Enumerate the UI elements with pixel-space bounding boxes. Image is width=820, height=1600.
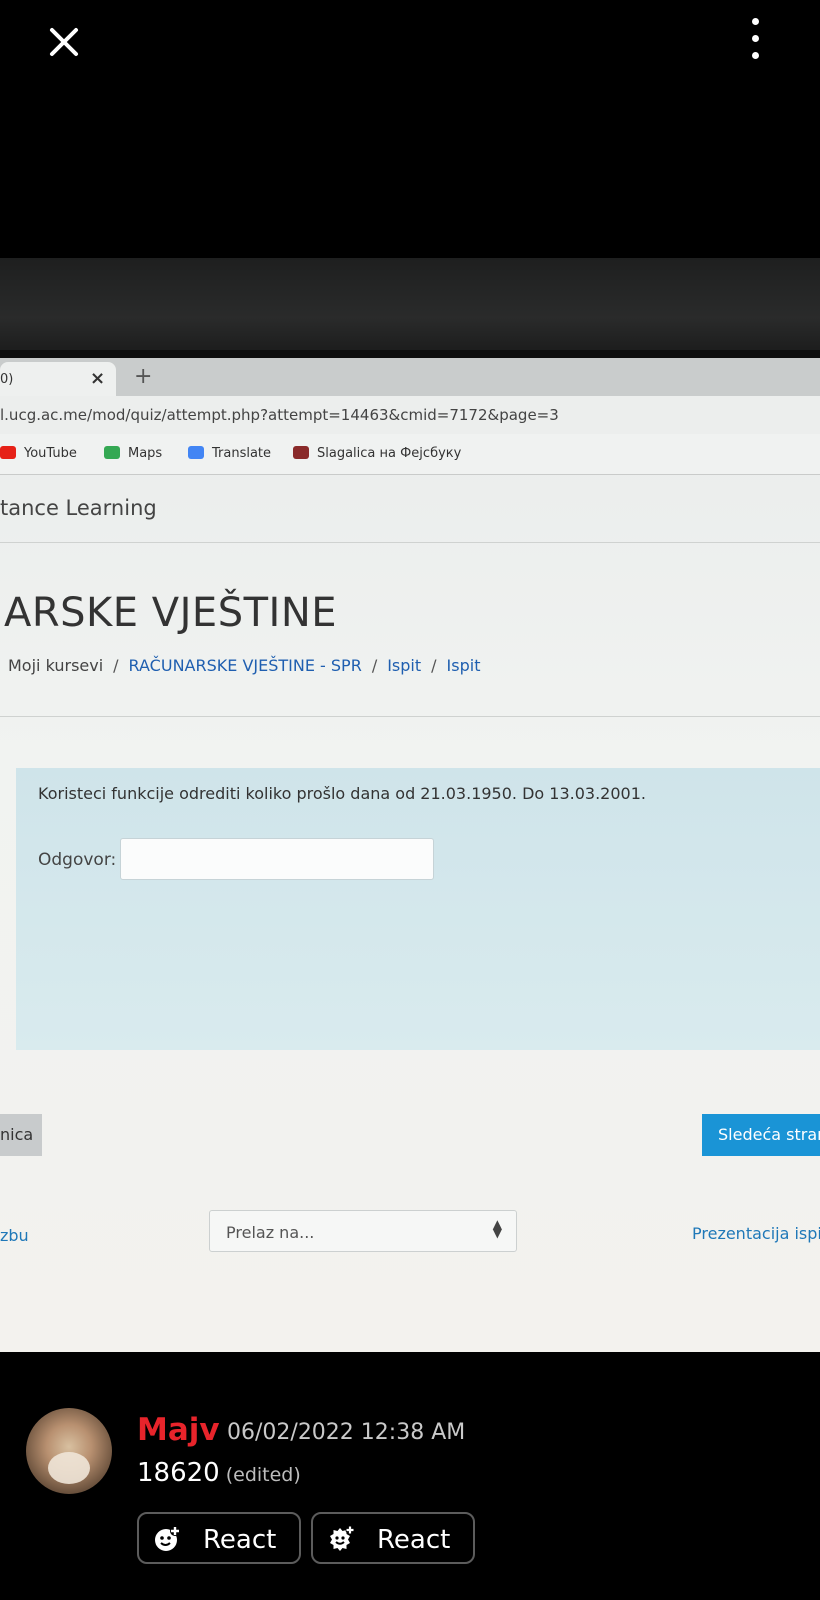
breadcrumb-item[interactable]: RAČUNARSKE VJEŠTINE - SPR (129, 656, 362, 675)
message-text: 18620 (edited) (137, 1458, 301, 1488)
tab-title: 0) (0, 372, 14, 387)
question-text: Koristeci funkcije odrediti koliko prošl… (38, 784, 646, 803)
nav-link-right[interactable]: Prezentacija ispit (692, 1224, 820, 1243)
page-title: ARSKE VJEŠTINE (4, 590, 338, 636)
bookmarks-bar: YouTube Maps Translate Slagalica на Фејс… (0, 434, 820, 475)
slagalica-icon (293, 446, 309, 459)
react-button-super[interactable]: React (311, 1512, 475, 1564)
browser-tab[interactable]: 0) × (0, 362, 116, 396)
bookmark-label: Slagalica на Фејсбуку (317, 446, 462, 461)
username[interactable]: Majv (137, 1412, 220, 1448)
close-icon[interactable] (42, 20, 86, 64)
bookmark-label: Maps (128, 446, 163, 461)
tab-close-icon[interactable]: × (90, 368, 105, 389)
divider (0, 716, 820, 717)
next-page-button[interactable]: Sledeća stran (702, 1114, 820, 1156)
monitor-screen: 0) × + l.ucg.ac.me/mod/quiz/attempt.php?… (0, 358, 820, 1352)
bookmark-translate[interactable]: Translate (188, 446, 271, 461)
answer-input[interactable] (120, 838, 434, 880)
monitor-bezel (0, 258, 820, 358)
new-tab-icon[interactable]: + (134, 364, 152, 389)
timestamp: 06/02/2022 12:38 AM (227, 1420, 466, 1445)
maps-icon (104, 446, 120, 459)
browser-tabstrip: 0) × + (0, 358, 820, 396)
viewer-topbar (0, 0, 820, 80)
react-label: React (203, 1525, 277, 1555)
question-box: Koristeci funkcije odrediti koliko prošl… (16, 768, 820, 1050)
nav-link-left[interactable]: zbu (0, 1226, 29, 1245)
avatar[interactable] (26, 1408, 112, 1494)
breadcrumb: Moji kursevi / RAČUNARSKE VJEŠTINE - SPR / I… (8, 656, 481, 675)
super-reaction-icon (330, 1525, 355, 1551)
translate-icon (188, 446, 204, 459)
breadcrumb-item[interactable]: Ispit (387, 656, 421, 675)
jump-to-select[interactable]: Prelaz na... ▲ ▼ (209, 1210, 517, 1252)
address-bar[interactable]: l.ucg.ac.me/mod/quiz/attempt.php?attempt… (0, 396, 820, 434)
bookmark-youtube[interactable]: YouTube (0, 446, 77, 461)
breadcrumb-item[interactable]: Moji kursevi (8, 656, 103, 675)
add-reaction-icon (155, 1526, 180, 1551)
answer-label: Odgovor: (38, 850, 117, 870)
previous-page-button[interactable]: nica (0, 1114, 42, 1156)
edited-label: (edited) (225, 1464, 301, 1486)
bookmark-slagalica[interactable]: Slagalica на Фејсбуку (293, 446, 461, 461)
more-vertical-icon[interactable] (744, 18, 768, 62)
url-text: l.ucg.ac.me/mod/quiz/attempt.php?attempt… (0, 406, 559, 424)
attached-photo[interactable]: 0) × + l.ucg.ac.me/mod/quiz/attempt.php?… (0, 258, 820, 1352)
divider (0, 542, 820, 543)
bookmark-maps[interactable]: Maps (104, 446, 162, 461)
youtube-icon (0, 446, 16, 459)
site-name[interactable]: tance Learning (0, 496, 157, 520)
bookmark-label: Translate (212, 446, 272, 461)
react-label: React (377, 1525, 451, 1555)
jump-select-value: Prelaz na... (226, 1223, 315, 1242)
message-body: 18620 (137, 1458, 220, 1488)
bookmark-label: YouTube (24, 446, 77, 461)
react-button[interactable]: React (137, 1512, 301, 1564)
breadcrumb-item[interactable]: Ispit (447, 656, 481, 675)
select-arrows-icon: ▲ ▼ (492, 1217, 502, 1240)
